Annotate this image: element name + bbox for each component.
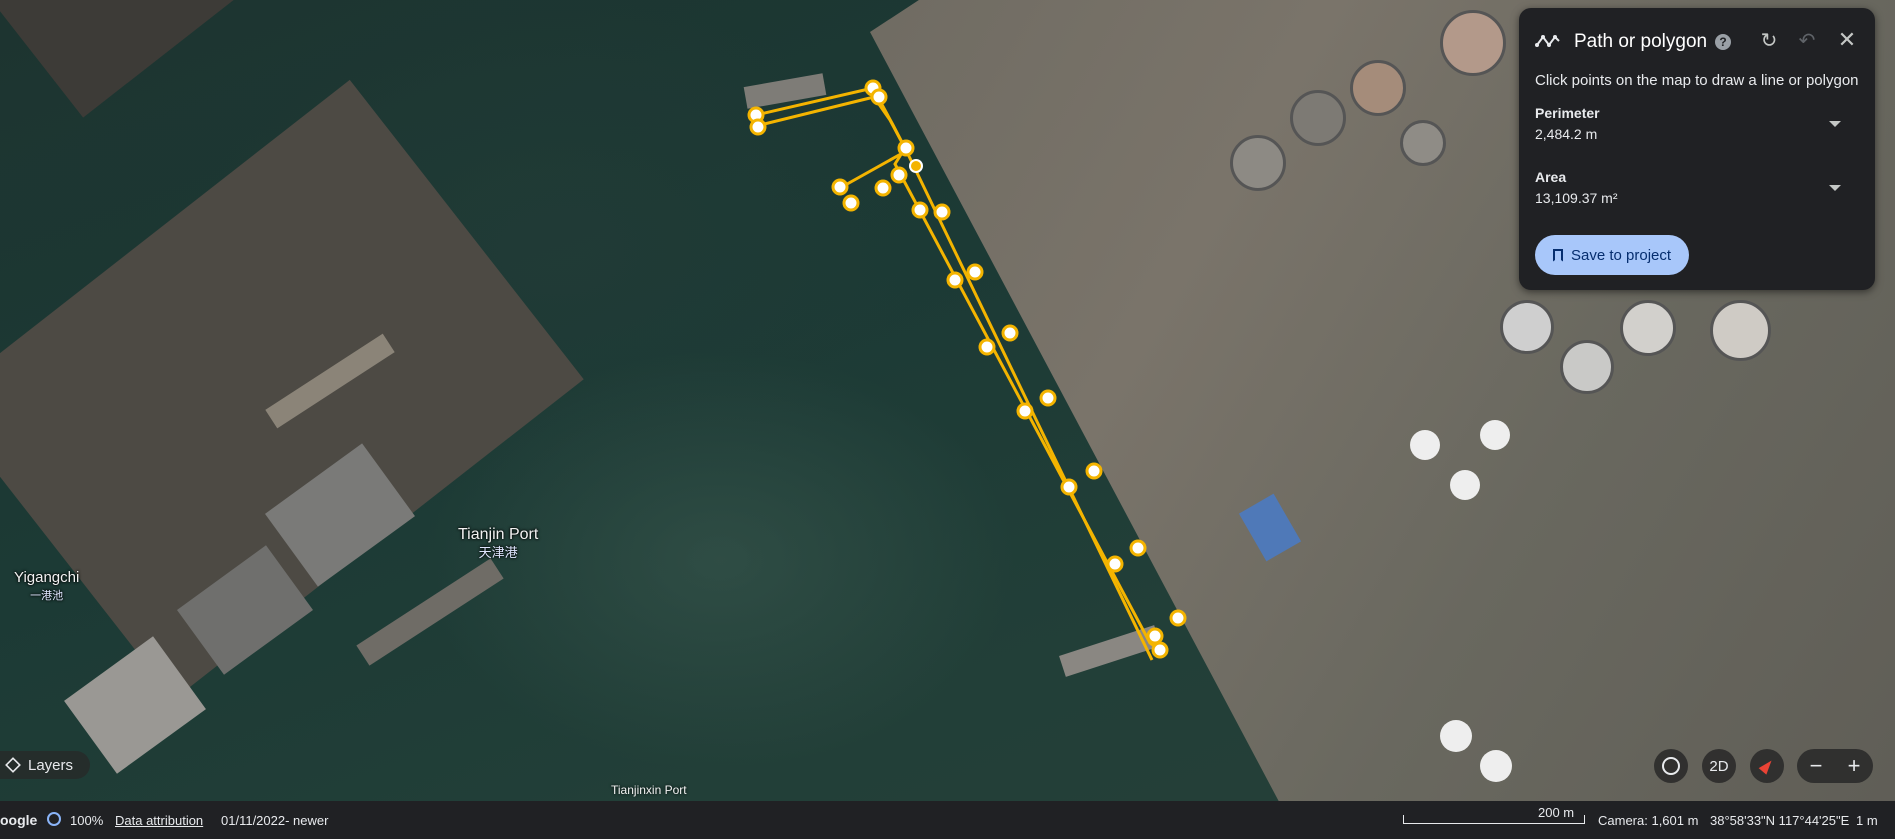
path-vertex xyxy=(966,263,984,281)
measure-panel: Path or polygon ? ↻ ↶ ✕ Click points on … xyxy=(1519,8,1875,290)
perimeter-label: Perimeter xyxy=(1535,105,1600,121)
place-label-tianjinxin-port[interactable]: Tianjinxin Port xyxy=(611,783,687,797)
path-vertex xyxy=(870,88,888,106)
loading-ring-icon xyxy=(47,812,61,826)
area-label: Area xyxy=(1535,169,1567,185)
path-vertex xyxy=(897,139,915,157)
toggle-2d-button[interactable]: 2D xyxy=(1702,749,1736,783)
path-vertex xyxy=(842,194,860,212)
path-vertex xyxy=(1039,389,1057,407)
compass-icon xyxy=(1758,757,1776,775)
layers-label: Layers xyxy=(28,756,74,774)
zoom-in-button[interactable]: + xyxy=(1848,753,1861,779)
data-attribution-link[interactable]: Data attribution xyxy=(115,813,203,828)
place-label-cn: 天津港 xyxy=(478,545,518,560)
zoom-out-button[interactable]: − xyxy=(1810,753,1823,779)
close-icon[interactable]: ✕ xyxy=(1835,27,1859,52)
status-bar: oogle 100% Data attribution 01/11/2022- … xyxy=(0,801,1895,839)
chevron-down-icon[interactable] xyxy=(1829,121,1841,127)
chevron-down-icon[interactable] xyxy=(1829,185,1841,191)
scale-label: 200 m xyxy=(1538,805,1575,820)
undo-icon[interactable]: ↶ xyxy=(1795,28,1819,52)
perimeter-value: 2,484.2 m xyxy=(1535,126,1598,142)
path-line xyxy=(755,86,1161,652)
save-label: Save to project xyxy=(1571,246,1672,264)
path-vertex xyxy=(1129,539,1147,557)
place-label-text: Yigangchi xyxy=(14,569,80,586)
location-off-icon xyxy=(1662,757,1680,775)
path-vertex xyxy=(933,203,951,221)
place-label-cn: 一港池 xyxy=(30,590,64,602)
place-label-tianjin-port[interactable]: Tianjin Port 天津港 xyxy=(458,526,538,562)
save-to-project-button[interactable]: Save to project xyxy=(1535,235,1689,275)
path-vertex xyxy=(749,118,767,136)
area-value: 13,109.37 m² xyxy=(1535,190,1618,206)
path-vertex xyxy=(890,166,908,184)
google-logo: oogle xyxy=(0,812,38,828)
location-button[interactable] xyxy=(1654,749,1688,783)
path-vertex xyxy=(978,338,996,356)
place-label-text: Tianjin Port xyxy=(458,526,539,543)
path-vertex xyxy=(1016,402,1034,420)
load-percent: 100% xyxy=(70,813,104,828)
path-line xyxy=(755,95,1154,661)
place-label-yigangchi[interactable]: Yigangchi 一港池 xyxy=(14,569,79,605)
path-vertex xyxy=(1146,627,1164,645)
layers-button[interactable]: Layers xyxy=(0,751,90,779)
path-vertex xyxy=(1060,478,1078,496)
coordinates: 38°58'33"N 117°44'25"E xyxy=(1710,813,1850,828)
layers-icon xyxy=(5,757,21,773)
zoom-controls: − + xyxy=(1797,749,1873,783)
path-vertex xyxy=(831,178,849,196)
path-vertex xyxy=(1001,324,1019,342)
path-vertex xyxy=(1106,555,1124,573)
path-vertex xyxy=(911,201,929,219)
bookmark-icon xyxy=(1553,248,1563,262)
path-vertex xyxy=(1085,462,1103,480)
help-icon[interactable]: ? xyxy=(1715,34,1731,50)
redo-icon[interactable]: ↻ xyxy=(1757,28,1781,52)
path-icon xyxy=(1535,30,1561,52)
panel-hint: Click points on the map to draw a line o… xyxy=(1535,72,1859,89)
path-vertex xyxy=(946,271,964,289)
scale-small: 1 m xyxy=(1856,813,1878,828)
path-vertex xyxy=(874,179,892,197)
active-vertex xyxy=(909,159,923,173)
compass-button[interactable] xyxy=(1750,749,1784,783)
camera-altitude: Camera: 1,601 m xyxy=(1598,813,1699,828)
imagery-date[interactable]: 01/11/2022- newer xyxy=(221,813,328,828)
path-vertex xyxy=(1169,609,1187,627)
panel-title: Path or polygon xyxy=(1574,31,1708,52)
path-vertex xyxy=(1151,641,1169,659)
